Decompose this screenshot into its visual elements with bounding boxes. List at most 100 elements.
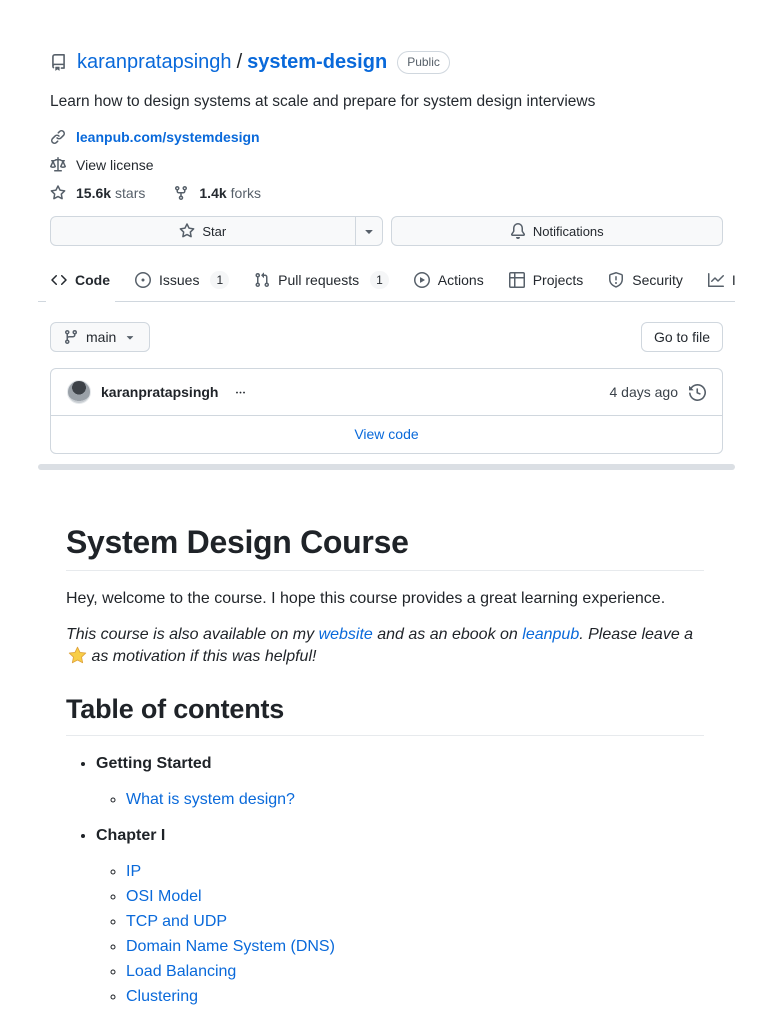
visibility-badge: Public bbox=[397, 50, 450, 74]
star-icon bbox=[179, 223, 195, 238]
toc-group-label: Getting Started bbox=[96, 755, 212, 772]
toc-link-ip[interactable]: IP bbox=[126, 863, 141, 880]
license-link[interactable]: View license bbox=[76, 157, 154, 173]
readme-intro-paragraph: Hey, welcome to the course. I hope this … bbox=[66, 590, 666, 607]
triangle-down-icon bbox=[127, 336, 134, 340]
note-text: as motivation if this was helpful! bbox=[91, 648, 317, 665]
tab-issues[interactable]: Issues 1 bbox=[126, 260, 238, 301]
kebab-icon bbox=[236, 391, 246, 393]
tab-pull-requests-label: Pull requests bbox=[278, 272, 360, 288]
repo-slash: / bbox=[236, 51, 243, 73]
branch-icon bbox=[64, 330, 77, 345]
repo-header-section: karanpratapsingh / system-design Public … bbox=[38, 0, 735, 246]
list-item: Clustering bbox=[126, 985, 704, 1009]
note-text: and as an ebook on bbox=[372, 626, 523, 643]
readme-content: System Design Course Hey, welcome to the… bbox=[38, 470, 735, 1009]
tab-projects[interactable]: Projects bbox=[500, 260, 593, 301]
tab-insights[interactable]: Insights bbox=[699, 260, 735, 301]
list-item: Load Balancing bbox=[126, 960, 704, 984]
star-emoji bbox=[68, 646, 87, 665]
branch-name: main bbox=[86, 329, 117, 345]
stars-link[interactable]: 15.6k stars bbox=[76, 185, 145, 201]
forks-count: 1.4k bbox=[199, 185, 227, 201]
law-icon bbox=[50, 157, 66, 173]
tab-security[interactable]: Security bbox=[599, 260, 692, 301]
commit-message-expander[interactable] bbox=[233, 385, 248, 400]
action-buttons-row: Star Notifications bbox=[50, 216, 723, 246]
forks-link[interactable]: 1.4k forks bbox=[199, 185, 261, 201]
commit-author-link[interactable]: karanpratapsingh bbox=[101, 384, 218, 400]
code-icon bbox=[51, 274, 67, 286]
star-button[interactable]: Star bbox=[51, 223, 355, 239]
toc-link-tcp-and-udp[interactable]: TCP and UDP bbox=[126, 913, 227, 930]
tab-actions[interactable]: Actions bbox=[405, 260, 493, 301]
star-button-label: Star bbox=[202, 223, 227, 239]
shield-icon bbox=[609, 272, 624, 288]
toc-link-what-is-system-design[interactable]: What is system design? bbox=[126, 791, 295, 808]
note-text: This course is also available on my bbox=[66, 626, 319, 643]
history-icon[interactable] bbox=[689, 383, 706, 401]
go-to-file-button[interactable]: Go to file bbox=[640, 322, 723, 352]
list-item: IP bbox=[126, 860, 704, 884]
license-row: View license bbox=[50, 157, 723, 173]
list-item: Domain Name System (DNS) bbox=[126, 935, 704, 959]
toc-group: Chapter I IP OSI Model TCP and UDP Domai… bbox=[96, 824, 704, 1009]
stars-label: stars bbox=[115, 185, 146, 201]
toc-group: Getting Started What is system design? bbox=[96, 752, 704, 812]
bell-icon bbox=[510, 223, 525, 239]
repo-icon bbox=[50, 53, 67, 71]
stars-forks-row: 15.6k stars 1.4k forks bbox=[50, 185, 723, 201]
toc-link-load-balancing[interactable]: Load Balancing bbox=[126, 963, 236, 980]
website-link[interactable]: leanpub.com/systemdesign bbox=[76, 129, 260, 145]
triangle-down-icon bbox=[364, 230, 373, 234]
leanpub-text-link[interactable]: leanpub bbox=[522, 626, 579, 643]
latest-commit-row: karanpratapsingh 4 days ago bbox=[51, 369, 722, 415]
forks-label: forks bbox=[230, 185, 261, 201]
tab-issues-label: Issues bbox=[159, 272, 200, 288]
list-item: What is system design? bbox=[126, 788, 704, 812]
tab-actions-label: Actions bbox=[437, 272, 484, 288]
avatar[interactable] bbox=[67, 380, 91, 404]
stars-count: 15.6k bbox=[76, 185, 112, 201]
tab-code-label: Code bbox=[75, 272, 110, 288]
link-icon bbox=[50, 129, 66, 145]
tab-security-label: Security bbox=[632, 272, 683, 288]
notifications-button[interactable]: Notifications bbox=[390, 216, 723, 246]
repo-tab-nav: Code Issues 1 Pull requests 1 Actions Pr… bbox=[38, 260, 735, 302]
repo-page: karanpratapsingh / system-design Public … bbox=[38, 0, 735, 1009]
tab-projects-label: Projects bbox=[532, 272, 584, 288]
star-dropdown-button[interactable] bbox=[354, 217, 382, 245]
table-of-contents-list: Getting Started What is system design? C… bbox=[66, 752, 704, 1009]
file-browser-section: main Go to file karanpratapsingh 4 days … bbox=[38, 302, 735, 454]
issues-count-badge: 1 bbox=[210, 271, 230, 289]
toc-sublist: IP OSI Model TCP and UDP Domain Name Sys… bbox=[96, 860, 704, 1009]
list-item: TCP and UDP bbox=[126, 910, 704, 934]
toc-title: Table of contents bbox=[66, 692, 704, 736]
commit-time: 4 days ago bbox=[609, 384, 679, 400]
notifications-button-label: Notifications bbox=[532, 223, 604, 239]
readme-note-paragraph: This course is also available on my webs… bbox=[66, 624, 704, 668]
issue-icon bbox=[135, 272, 151, 288]
pull-request-icon bbox=[255, 272, 270, 288]
toc-link-osi-model[interactable]: OSI Model bbox=[126, 888, 202, 905]
readme-title: System Design Course bbox=[66, 522, 704, 571]
toc-link-dns[interactable]: Domain Name System (DNS) bbox=[126, 938, 335, 955]
toc-group-label: Chapter I bbox=[96, 827, 166, 844]
toc-sublist: What is system design? bbox=[96, 788, 704, 812]
view-code-link[interactable]: View code bbox=[354, 426, 418, 442]
view-code-row: View code bbox=[51, 415, 722, 453]
repo-owner-link[interactable]: karanpratapsingh bbox=[77, 50, 232, 74]
pull-requests-count-badge: 1 bbox=[370, 271, 389, 289]
go-to-file-label: Go to file bbox=[653, 329, 710, 345]
toc-link-clustering[interactable]: Clustering bbox=[126, 988, 198, 1005]
fork-icon bbox=[173, 185, 189, 201]
commit-meta: 4 days ago bbox=[609, 383, 706, 401]
repo-name-link[interactable]: system-design bbox=[247, 50, 387, 74]
list-item: OSI Model bbox=[126, 885, 704, 909]
website-row: leanpub.com/systemdesign bbox=[50, 129, 723, 145]
branch-selector-button[interactable]: main bbox=[50, 322, 151, 352]
star-button-group: Star bbox=[50, 216, 383, 246]
tab-pull-requests[interactable]: Pull requests 1 bbox=[245, 260, 398, 301]
website-text-link[interactable]: website bbox=[319, 626, 373, 643]
tab-code[interactable]: Code bbox=[42, 260, 119, 302]
